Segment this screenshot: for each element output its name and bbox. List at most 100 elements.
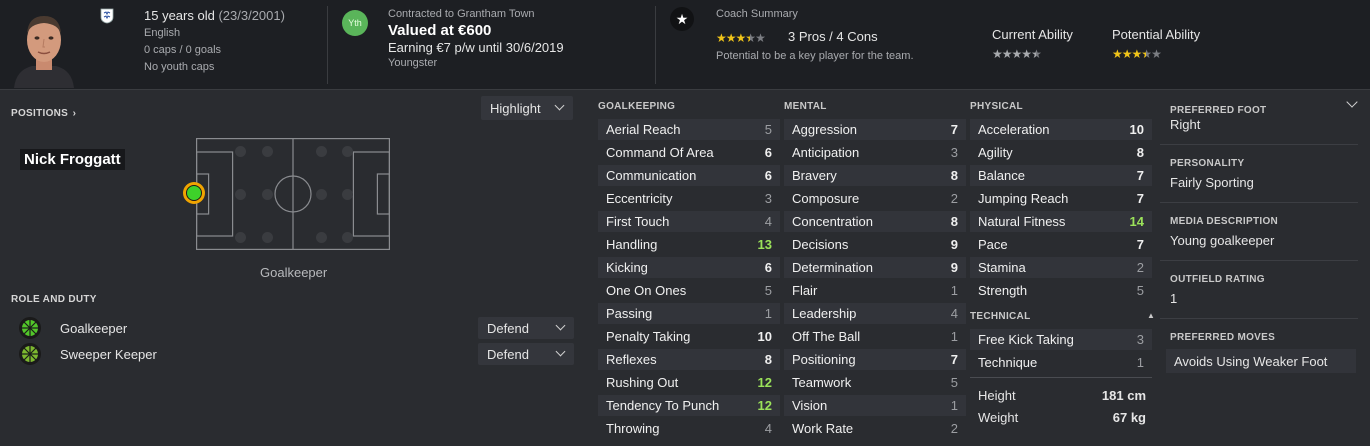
attribute-row[interactable]: Strength 5 <box>970 279 1152 302</box>
attribute-name: Handling <box>606 237 658 252</box>
rating-star-icon: ★ <box>1121 47 1133 61</box>
attribute-row[interactable]: One On Ones 5 <box>598 279 780 302</box>
attribute-row[interactable]: Free Kick Taking 3 <box>970 328 1152 351</box>
pros-cons-count[interactable]: 3 Pros / 4 Cons <box>788 29 878 44</box>
pitch-diagram[interactable] <box>196 138 391 251</box>
pitch-position-dot[interactable] <box>342 232 353 243</box>
attribute-row[interactable]: Concentration 8 <box>784 210 966 233</box>
attribute-value: 9 <box>950 260 958 275</box>
rating-star-icon: ★ <box>716 31 727 45</box>
attribute-row[interactable]: Throwing 4 <box>598 417 780 440</box>
attribute-value: 2 <box>950 191 958 206</box>
attribute-row[interactable]: Pace 7 <box>970 233 1152 256</box>
attribute-row[interactable]: Agility 8 <box>970 141 1152 164</box>
attribute-name: One On Ones <box>606 283 687 298</box>
attribute-name: Technique <box>978 355 1038 370</box>
attribute-row[interactable]: Flair 1 <box>784 279 966 302</box>
attribute-name: Communication <box>606 168 697 183</box>
attribute-row[interactable]: Kicking 6 <box>598 256 780 279</box>
pitch-position-dot[interactable] <box>262 232 273 243</box>
attribute-row[interactable]: Tendency To Punch 12 <box>598 394 780 417</box>
body-divider <box>970 377 1152 378</box>
attribute-row[interactable]: Positioning 7 <box>784 348 966 371</box>
rating-star-icon: ★ <box>1031 47 1042 61</box>
pitch-position-dot[interactable] <box>316 189 327 200</box>
pitch-position-dot[interactable] <box>342 189 353 200</box>
attribute-row[interactable]: Reflexes 8 <box>598 348 780 371</box>
attribute-row[interactable]: Off The Ball 1 <box>784 325 966 348</box>
attribute-value: 10 <box>757 329 772 344</box>
duty-dropdown[interactable]: Defend <box>478 343 574 365</box>
attribute-value: 6 <box>764 168 772 183</box>
pitch-position-dot[interactable] <box>342 146 353 157</box>
pitch-position-dot[interactable] <box>235 146 246 157</box>
collapse-icon[interactable]: ▲ <box>1147 311 1155 320</box>
attribute-row[interactable]: Aerial Reach 5 <box>598 118 780 141</box>
player-nationality: English <box>144 27 181 39</box>
goalkeeping-attribute-list: Aerial Reach 5 Command Of Area 6 Communicati… <box>598 118 780 440</box>
attribute-value: 4 <box>764 421 772 436</box>
role-name: Goalkeeper <box>60 321 128 336</box>
attribute-row[interactable]: Vision 1 <box>784 394 966 417</box>
attribute-row[interactable]: Passing 1 <box>598 302 780 325</box>
preferred-move-row[interactable]: Avoids Using Weaker Foot <box>1166 349 1356 373</box>
attribute-row[interactable]: Technique 1 <box>970 351 1152 374</box>
attribute-row[interactable]: Handling 13 <box>598 233 780 256</box>
attribute-row[interactable]: Bravery 8 <box>784 164 966 187</box>
attribute-value: 9 <box>950 237 958 252</box>
media-description-value: Young goalkeeper <box>1170 233 1275 248</box>
chevron-down-icon <box>555 320 566 331</box>
pitch-position-dot[interactable] <box>316 232 327 243</box>
attribute-row[interactable]: First Touch 4 <box>598 210 780 233</box>
pitch-position-dot[interactable] <box>235 232 246 243</box>
attribute-value: 7 <box>950 122 958 137</box>
attribute-row[interactable]: Decisions 9 <box>784 233 966 256</box>
player-header: 15 years old (23/3/2001) English 0 caps … <box>0 0 1370 90</box>
attribute-name: Agility <box>978 145 1013 160</box>
attribute-row[interactable]: Anticipation 3 <box>784 141 966 164</box>
positions-header-label: POSITIONS <box>11 108 69 119</box>
attribute-row[interactable]: Balance 7 <box>970 164 1152 187</box>
role-row-goalkeeper[interactable]: Goalkeeper Defend <box>0 316 575 340</box>
attribute-row[interactable]: Natural Fitness 14 <box>970 210 1152 233</box>
attribute-row[interactable]: Aggression 7 <box>784 118 966 141</box>
attribute-name: Kicking <box>606 260 648 275</box>
attribute-value: 7 <box>1136 191 1144 206</box>
attribute-value: 8 <box>1136 145 1144 160</box>
attribute-row[interactable]: Rushing Out 12 <box>598 371 780 394</box>
pitch-position-dot[interactable] <box>235 189 246 200</box>
attribute-row[interactable]: Determination 9 <box>784 256 966 279</box>
duty-dropdown[interactable]: Defend <box>478 317 574 339</box>
rating-star-icon: ★ <box>725 31 737 45</box>
role-row-sweeper-keeper[interactable]: Sweeper Keeper Defend <box>0 342 575 366</box>
england-crest-icon <box>100 8 114 29</box>
attribute-row[interactable]: Acceleration 10 <box>970 118 1152 141</box>
positions-header[interactable]: POSITIONS › <box>11 103 76 121</box>
personality-value: Fairly Sporting <box>1170 175 1254 190</box>
attribute-row[interactable]: Leadership 4 <box>784 302 966 325</box>
highlight-dropdown[interactable]: Highlight <box>481 96 573 120</box>
youth-status-badge[interactable]: Yth <box>342 10 368 36</box>
attribute-name: Decisions <box>792 237 849 252</box>
attribute-row[interactable]: Stamina 2 <box>970 256 1152 279</box>
attribute-row[interactable]: Jumping Reach 7 <box>970 187 1152 210</box>
pitch-position-dot[interactable] <box>262 146 273 157</box>
attribute-name: Natural Fitness <box>978 214 1066 229</box>
attribute-row[interactable]: Penalty Taking 10 <box>598 325 780 348</box>
attribute-row[interactable]: Work Rate 2 <box>784 417 966 440</box>
goalkeeper-position-marker[interactable] <box>183 182 205 204</box>
attribute-row[interactable]: Communication 6 <box>598 164 780 187</box>
attribute-row[interactable]: Command Of Area 6 <box>598 141 780 164</box>
attribute-name: Bravery <box>792 168 837 183</box>
attribute-row[interactable]: Composure 2 <box>784 187 966 210</box>
pitch-position-dot[interactable] <box>262 189 273 200</box>
attribute-name: Free Kick Taking <box>978 332 1074 347</box>
chevron-down-icon[interactable] <box>1346 96 1358 108</box>
attribute-row[interactable]: Eccentricity 3 <box>598 187 780 210</box>
attribute-row[interactable]: Teamwork 5 <box>784 371 966 394</box>
physical-header: PHYSICAL <box>970 101 1023 112</box>
attribute-name: Eccentricity <box>606 191 673 206</box>
technical-header[interactable]: TECHNICAL <box>970 311 1030 322</box>
pitch-position-dot[interactable] <box>316 146 327 157</box>
attribute-value: 5 <box>1136 283 1144 298</box>
